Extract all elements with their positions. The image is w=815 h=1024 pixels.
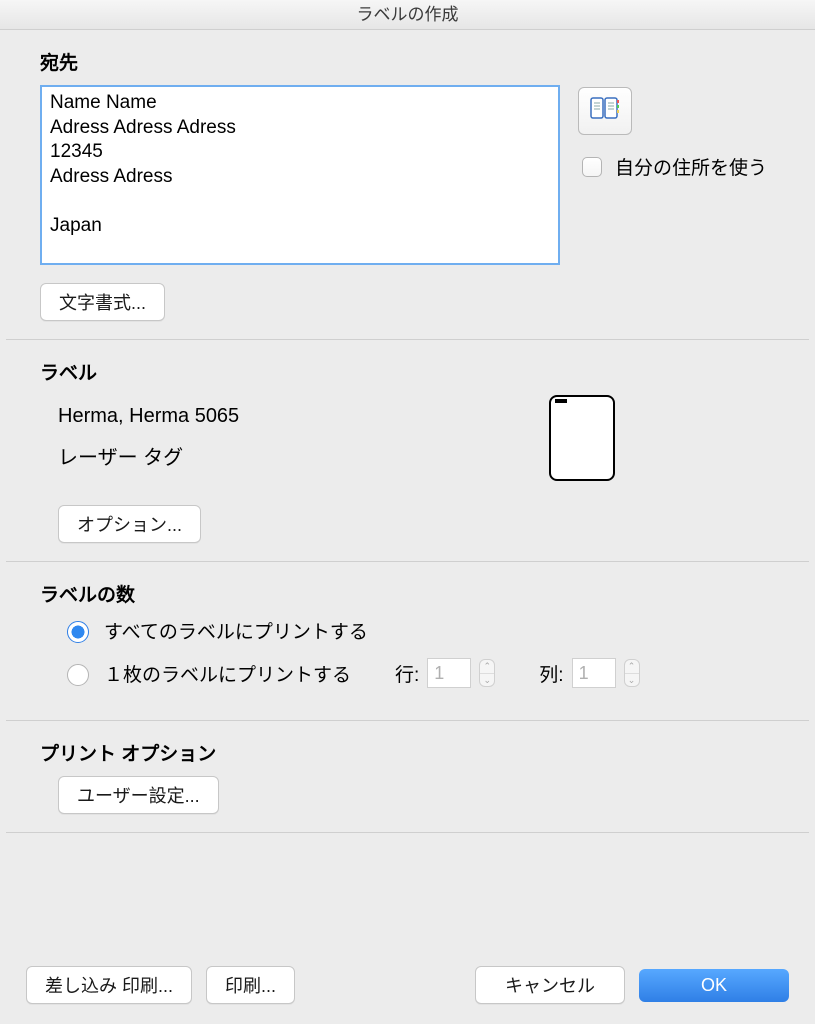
chevron-up-icon[interactable]: ⌃ (480, 660, 494, 674)
row-input[interactable] (427, 658, 471, 688)
print-options-heading: プリント オプション (40, 739, 775, 766)
mail-merge-button[interactable]: 差し込み 印刷... (26, 966, 192, 1004)
print-options-section: プリント オプション ユーザー設定... (0, 721, 815, 832)
print-button[interactable]: 印刷... (206, 966, 295, 1004)
use-own-address-label: 自分の住所を使う (615, 153, 767, 180)
chevron-down-icon[interactable]: ⌄ (625, 674, 639, 687)
chevron-down-icon[interactable]: ⌄ (480, 674, 494, 687)
count-heading: ラベルの数 (40, 580, 775, 607)
use-own-address-checkbox[interactable] (582, 157, 602, 177)
label-section: ラベル Herma, Herma 5065 レーザー タグ オプション... (0, 340, 815, 561)
col-stepper[interactable]: ⌃ ⌄ (624, 659, 640, 687)
label-create-dialog: ラベルの作成 宛先 (0, 0, 815, 1024)
chevron-up-icon[interactable]: ⌃ (625, 660, 639, 674)
radio-all-labels-label: すべてのラベルにプリントする (104, 617, 368, 644)
divider (6, 832, 809, 833)
row-stepper[interactable]: ⌃ ⌄ (479, 659, 495, 687)
text-format-button[interactable]: 文字書式... (40, 283, 165, 321)
user-settings-button[interactable]: ユーザー設定... (58, 776, 219, 814)
label-description: レーザー タグ (58, 437, 509, 479)
address-textarea[interactable] (40, 85, 560, 265)
address-book-icon (590, 97, 620, 125)
address-section: 宛先 (0, 30, 815, 339)
radio-one-label-label: １枚のラベルにプリントする (104, 660, 351, 687)
radio-all-labels-row[interactable]: すべてのラベルにプリントする (62, 617, 775, 644)
footer: 差し込み 印刷... 印刷... キャンセル OK (0, 966, 815, 1004)
label-heading: ラベル (40, 358, 775, 385)
label-product: Herma, Herma 5065 (58, 395, 509, 437)
radio-one-label-row: １枚のラベルにプリントする 行: ⌃ ⌄ 列: ⌃ ⌄ (62, 658, 775, 688)
use-own-address-option[interactable]: 自分の住所を使う (578, 153, 767, 180)
row-label: 行: (395, 660, 419, 687)
radio-one-label[interactable] (67, 664, 89, 686)
address-heading: 宛先 (40, 48, 775, 75)
label-preview-icon (549, 395, 615, 481)
col-label: 列: (539, 660, 563, 687)
col-input[interactable] (572, 658, 616, 688)
dialog-title: ラベルの作成 (357, 5, 459, 24)
title-bar: ラベルの作成 (0, 0, 815, 30)
count-section: ラベルの数 すべてのラベルにプリントする １枚のラベルにプリントする 行: ⌃ … (0, 562, 815, 720)
ok-button[interactable]: OK (639, 969, 789, 1002)
label-options-button[interactable]: オプション... (58, 505, 201, 543)
cancel-button[interactable]: キャンセル (475, 966, 625, 1004)
radio-all-labels[interactable] (67, 621, 89, 643)
address-book-button[interactable] (578, 87, 632, 135)
